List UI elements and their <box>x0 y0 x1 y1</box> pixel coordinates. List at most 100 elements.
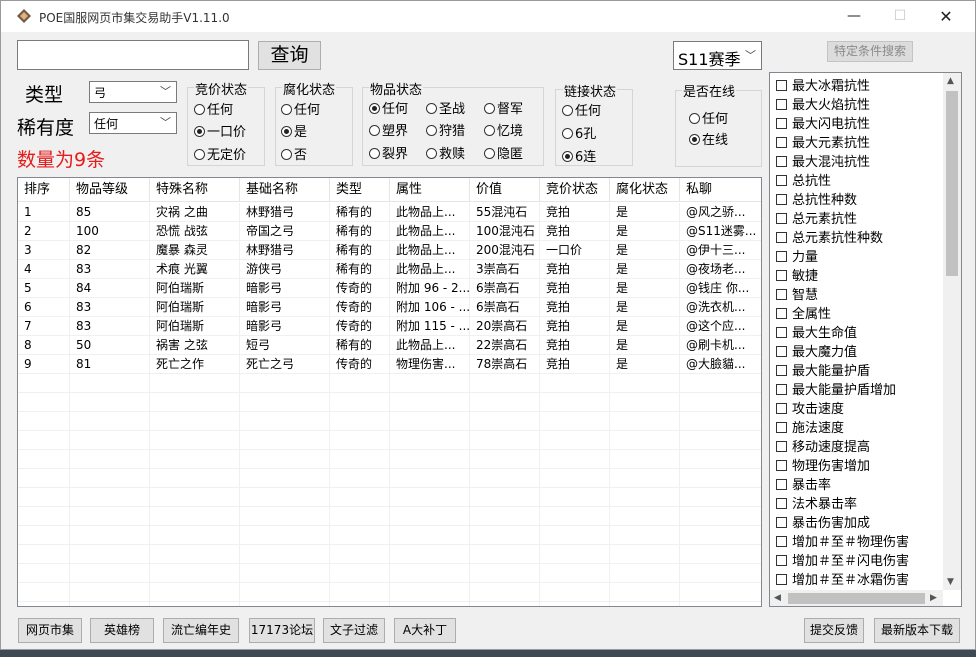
radio-corrupt-no[interactable]: 否 <box>281 144 307 163</box>
table-row[interactable]: 2 100 恐慌 战弦 帝国之弓 稀有的 此物品上... 100混沌石 竞拍 是 @S11迷雾..… <box>18 222 761 241</box>
table-row[interactable]: 1 85 灾祸 之曲 林野猎弓 稀有的 此物品上... 55混沌石 竞拍 是 @风之骄... <box>18 203 761 222</box>
condition-item[interactable]: 力量 <box>776 246 818 265</box>
results-table[interactable]: 排序 物品等级 特殊名称 基础名称 类型 属性 价值 竞价状态 腐化状态 私聊 … <box>17 177 762 607</box>
table-row[interactable]: 8 50 祸害 之弦 短弓 稀有的 此物品上... 22崇高石 竞拍 是 @刷卡机... <box>18 336 761 355</box>
condition-item[interactable]: 暴击率 <box>776 474 831 493</box>
radio-item-fractured[interactable]: 裂界 <box>369 143 408 162</box>
condition-item[interactable]: 全属性 <box>776 303 831 322</box>
checkbox[interactable] <box>776 479 787 490</box>
column-header[interactable]: 属性 <box>390 178 470 202</box>
checkbox[interactable] <box>776 498 787 509</box>
checkbox[interactable] <box>776 289 787 300</box>
checkbox[interactable] <box>776 460 787 471</box>
column-header[interactable]: 物品等级 <box>70 178 150 202</box>
feedback-button[interactable]: 提交反馈 <box>804 618 864 643</box>
maximize-button[interactable]: ☐ <box>877 1 923 32</box>
column-header[interactable]: 腐化状态 <box>610 178 680 202</box>
radio-item-veiled[interactable]: 隐匿 <box>484 143 523 162</box>
checkbox[interactable] <box>776 194 787 205</box>
condition-item[interactable]: 智慧 <box>776 284 818 303</box>
condition-list[interactable]: 最大冰霜抗性 最大火焰抗性 最大闪电抗性 最大元素抗性 最大混沌抗性 总抗性 总抗性种数 总元… <box>769 72 962 607</box>
checkbox[interactable] <box>776 137 787 148</box>
radio-bid-none[interactable]: 无定价 <box>194 144 246 163</box>
column-header[interactable]: 类型 <box>330 178 390 202</box>
condition-item[interactable]: 最大火焰抗性 <box>776 94 870 113</box>
radio-online-any[interactable]: 任何 <box>689 108 728 127</box>
radio-bid-buyout[interactable]: 一口价 <box>194 121 246 140</box>
radio-item-redeemer[interactable]: 救赎 <box>426 143 465 162</box>
exile-chronicle-button[interactable]: 流亡编年史 <box>163 618 239 643</box>
checkbox[interactable] <box>776 80 787 91</box>
filter-button[interactable]: 文子过滤 <box>323 618 385 643</box>
table-row[interactable]: 4 83 术痕 光翼 游侠弓 稀有的 此物品上... 3崇高石 竞拍 是 @夜场老... <box>18 260 761 279</box>
radio-bid-any[interactable]: 任何 <box>194 99 233 118</box>
checkbox[interactable] <box>776 308 787 319</box>
checkbox[interactable] <box>776 251 787 262</box>
minimize-button[interactable]: — <box>831 1 877 32</box>
condition-item[interactable]: 敏捷 <box>776 265 818 284</box>
scroll-right-icon[interactable]: ▶ <box>930 593 937 603</box>
radio-online-yes[interactable]: 在线 <box>689 129 728 148</box>
radio-corrupt-yes[interactable]: 是 <box>281 121 307 140</box>
download-latest-button[interactable]: 最新版本下载 <box>874 618 960 643</box>
radio-item-synthesis[interactable]: 忆境 <box>484 120 523 139</box>
table-row[interactable]: 3 82 魔暴 森灵 林野猎弓 稀有的 此物品上... 200混沌石 一口价 是 @伊十三... <box>18 241 761 260</box>
condition-item[interactable]: 最大冰霜抗性 <box>776 75 870 94</box>
condition-item[interactable]: 移动速度提高 <box>776 436 870 455</box>
checkbox[interactable] <box>776 270 787 281</box>
type-select[interactable]: 弓 ﹀ <box>89 81 177 103</box>
table-row[interactable]: 5 84 阿伯瑞斯 暗影弓 传奇的 附加 96 - 2... 6崇高石 竞拍 是 @钱庄 你... <box>18 279 761 298</box>
checkbox[interactable] <box>776 175 787 186</box>
column-header[interactable]: 价值 <box>470 178 540 202</box>
condition-item[interactable]: 增加＃至＃物理伤害 <box>776 531 909 550</box>
radio-item-shaper[interactable]: 塑界 <box>369 120 408 139</box>
checkbox[interactable] <box>776 327 787 338</box>
checkbox[interactable] <box>776 99 787 110</box>
checkbox[interactable] <box>776 156 787 167</box>
condition-item[interactable]: 总抗性 <box>776 170 831 189</box>
scroll-left-icon[interactable]: ◀ <box>774 593 781 603</box>
close-button[interactable]: ✕ <box>923 1 969 32</box>
checkbox[interactable] <box>776 441 787 452</box>
column-header[interactable]: 私聊 <box>680 178 761 202</box>
checkbox[interactable] <box>776 403 787 414</box>
condition-item[interactable]: 总抗性种数 <box>776 189 857 208</box>
condition-item[interactable]: 最大能量护盾 <box>776 360 870 379</box>
radio-link-any[interactable]: 任何 <box>562 100 601 119</box>
radio-item-warlord[interactable]: 督军 <box>484 98 523 117</box>
checkbox[interactable] <box>776 574 787 585</box>
search-input[interactable] <box>17 40 249 70</box>
column-header[interactable]: 特殊名称 <box>150 178 240 202</box>
scroll-down-icon[interactable]: ▼ <box>947 577 954 587</box>
condition-item[interactable]: 最大能量护盾增加 <box>776 379 896 398</box>
radio-item-hunter[interactable]: 狩猎 <box>426 120 465 139</box>
horizontal-scrollbar[interactable]: ◀ ▶ <box>770 590 943 606</box>
scroll-up-icon[interactable]: ▲ <box>947 76 954 86</box>
checkbox[interactable] <box>776 384 787 395</box>
condition-item[interactable]: 暴击伤害加成 <box>776 512 870 531</box>
checkbox[interactable] <box>776 555 787 566</box>
condition-item[interactable]: 物理伤害增加 <box>776 455 870 474</box>
condition-item[interactable]: 增加＃至＃冰霜伤害 <box>776 569 909 588</box>
condition-item[interactable]: 最大生命值 <box>776 322 857 341</box>
condition-item[interactable]: 攻击速度 <box>776 398 844 417</box>
checkbox[interactable] <box>776 118 787 129</box>
rarity-select[interactable]: 任何 ﹀ <box>89 112 177 134</box>
condition-item[interactable]: 总元素抗性种数 <box>776 227 883 246</box>
season-select[interactable]: S11赛季 ﹀ <box>673 41 762 70</box>
scroll-thumb[interactable] <box>946 91 958 276</box>
condition-item[interactable]: 总元素抗性 <box>776 208 857 227</box>
checkbox[interactable] <box>776 365 787 376</box>
checkbox[interactable] <box>776 346 787 357</box>
checkbox[interactable] <box>776 232 787 243</box>
web-market-button[interactable]: 网页市集 <box>18 618 82 643</box>
radio-corrupt-any[interactable]: 任何 <box>281 99 320 118</box>
condition-item[interactable]: 最大魔力值 <box>776 341 857 360</box>
table-row[interactable]: 7 83 阿伯瑞斯 暗影弓 传奇的 附加 115 - ... 20崇高石 竞拍 是 @这个应... <box>18 317 761 336</box>
radio-item-any[interactable]: 任何 <box>369 98 408 117</box>
query-button[interactable]: 查询 <box>258 41 321 70</box>
column-header[interactable]: 基础名称 <box>240 178 330 202</box>
checkbox[interactable] <box>776 536 787 547</box>
condition-item[interactable]: 增加＃至＃闪电伤害 <box>776 550 909 569</box>
condition-item[interactable]: 施法速度 <box>776 417 844 436</box>
